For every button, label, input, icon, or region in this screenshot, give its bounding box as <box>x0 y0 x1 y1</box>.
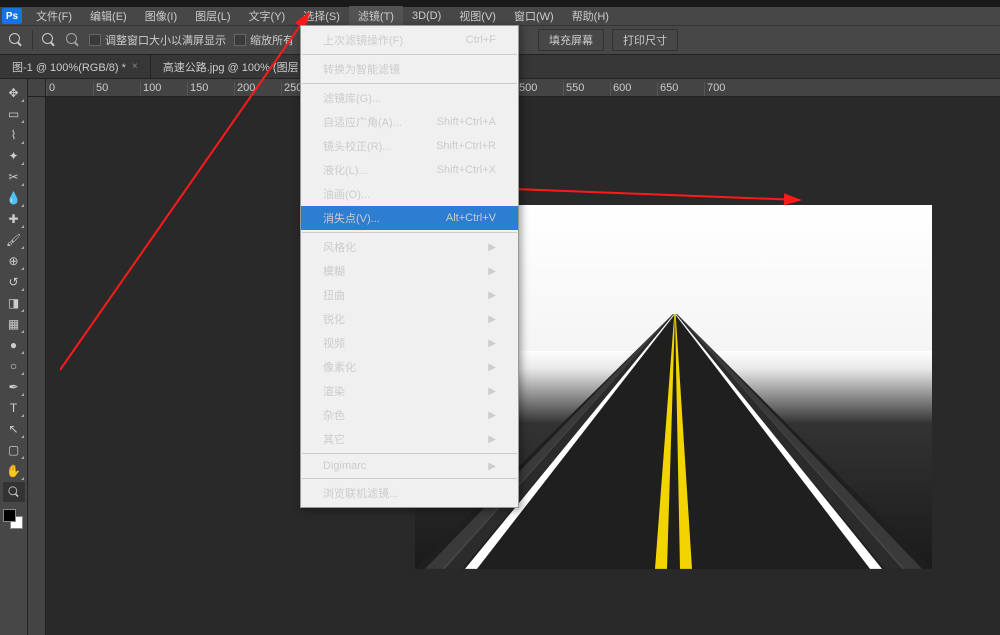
eraser-tool[interactable]: ◨ <box>3 293 25 313</box>
crop-tool[interactable]: ✂ <box>3 167 25 187</box>
menu-item-[interactable]: 模糊▶ <box>301 259 518 283</box>
stamp-tool[interactable]: ⊕ <box>3 251 25 271</box>
filter-menu-dropdown: 上次滤镜操作(F)Ctrl+F 转换为智能滤镜滤镜库(G)...自适应广角(A).… <box>300 25 519 508</box>
menu-select[interactable]: 选择(S) <box>294 6 349 26</box>
menu-image[interactable]: 图像(I) <box>136 6 186 26</box>
menu-layer[interactable]: 图层(L) <box>186 6 239 26</box>
zoom-tool-icon <box>8 32 24 48</box>
gradient-tool[interactable]: ▦ <box>3 314 25 334</box>
menu-item-[interactable]: 锐化▶ <box>301 307 518 331</box>
menu-item-O[interactable]: 油画(O)... <box>301 182 518 206</box>
eyedropper-tool[interactable]: 💧 <box>3 188 25 208</box>
blur-tool[interactable]: ● <box>3 335 25 355</box>
menu-item-[interactable]: 浏览联机滤镜... <box>301 481 518 505</box>
menu-item-A[interactable]: 自适应广角(A)...Shift+Ctrl+A <box>301 110 518 134</box>
print-size-button[interactable]: 打印尺寸 <box>612 29 678 51</box>
fill-screen-button[interactable]: 填充屏幕 <box>538 29 604 51</box>
zoom-tool[interactable] <box>3 482 25 502</box>
fit-window-check[interactable]: 调整窗口大小以满屏显示 <box>89 32 226 48</box>
menu-item-[interactable]: 其它▶ <box>301 427 518 451</box>
menu-edit[interactable]: 编辑(E) <box>81 6 136 26</box>
app-logo[interactable]: Ps <box>2 8 22 24</box>
zoom-in-icon[interactable] <box>41 32 57 48</box>
close-icon[interactable]: × <box>132 61 138 72</box>
menu-item-F: 上次滤镜操作(F)Ctrl+F <box>301 28 518 52</box>
horizontal-ruler: 0501001502002503003504004505005506006507… <box>46 79 1000 97</box>
menu-item-V[interactable]: 消失点(V)...Alt+Ctrl+V <box>301 206 518 230</box>
menu-item-[interactable]: 扭曲▶ <box>301 283 518 307</box>
menu-item-: 转换为智能滤镜 <box>301 57 518 81</box>
menu-item-[interactable]: 风格化▶ <box>301 235 518 259</box>
menubar: Ps 文件(F) 编辑(E) 图像(I) 图层(L) 文字(Y) 选择(S) 滤… <box>0 7 1000 25</box>
move-tool[interactable]: ✥ <box>3 83 25 103</box>
hand-tool[interactable]: ✋ <box>3 461 25 481</box>
brush-tool[interactable]: 🖌 <box>3 230 25 250</box>
menu-text[interactable]: 文字(Y) <box>240 6 295 26</box>
menu-item-[interactable]: 视频▶ <box>301 331 518 355</box>
marquee-tool[interactable]: ▭ <box>3 104 25 124</box>
path-tool[interactable]: ↖ <box>3 419 25 439</box>
lasso-tool[interactable]: ⌇ <box>3 125 25 145</box>
menu-file[interactable]: 文件(F) <box>27 6 81 26</box>
menu-filter[interactable]: 滤镜(T) <box>349 6 403 26</box>
menu-3d[interactable]: 3D(D) <box>403 8 450 24</box>
vertical-ruler <box>28 97 46 635</box>
wand-tool[interactable]: ✦ <box>3 146 25 166</box>
menu-item-L[interactable]: 液化(L)...Shift+Ctrl+X <box>301 158 518 182</box>
menu-item-[interactable]: 像素化▶ <box>301 355 518 379</box>
shape-tool[interactable]: ▢ <box>3 440 25 460</box>
tools-panel: ✥ ▭ ⌇ ✦ ✂ 💧 ✚ 🖌 ⊕ ↺ ◨ ▦ ● ○ ✒ T ↖ ▢ ✋ <box>0 79 28 635</box>
menu-item-R[interactable]: 镜头校正(R)...Shift+Ctrl+R <box>301 134 518 158</box>
pen-tool[interactable]: ✒ <box>3 377 25 397</box>
document-tab[interactable]: 图-1 @ 100%(RGB/8) *× <box>0 55 151 78</box>
type-tool[interactable]: T <box>3 398 25 418</box>
ruler-origin[interactable] <box>28 79 46 97</box>
menu-item-G[interactable]: 滤镜库(G)... <box>301 86 518 110</box>
zoom-all-check[interactable]: 缩放所有 <box>234 32 294 48</box>
history-brush-tool[interactable]: ↺ <box>3 272 25 292</box>
menu-item-[interactable]: 渲染▶ <box>301 379 518 403</box>
menu-item-[interactable]: 杂色▶ <box>301 403 518 427</box>
zoom-out-icon[interactable] <box>65 32 81 48</box>
color-swatches[interactable] <box>3 509 25 531</box>
menu-help[interactable]: 帮助(H) <box>563 6 618 26</box>
menu-window[interactable]: 窗口(W) <box>505 6 563 26</box>
menu-item-Digimarc[interactable]: Digimarc▶ <box>301 456 518 476</box>
dodge-tool[interactable]: ○ <box>3 356 25 376</box>
healing-tool[interactable]: ✚ <box>3 209 25 229</box>
menu-view[interactable]: 视图(V) <box>450 6 505 26</box>
